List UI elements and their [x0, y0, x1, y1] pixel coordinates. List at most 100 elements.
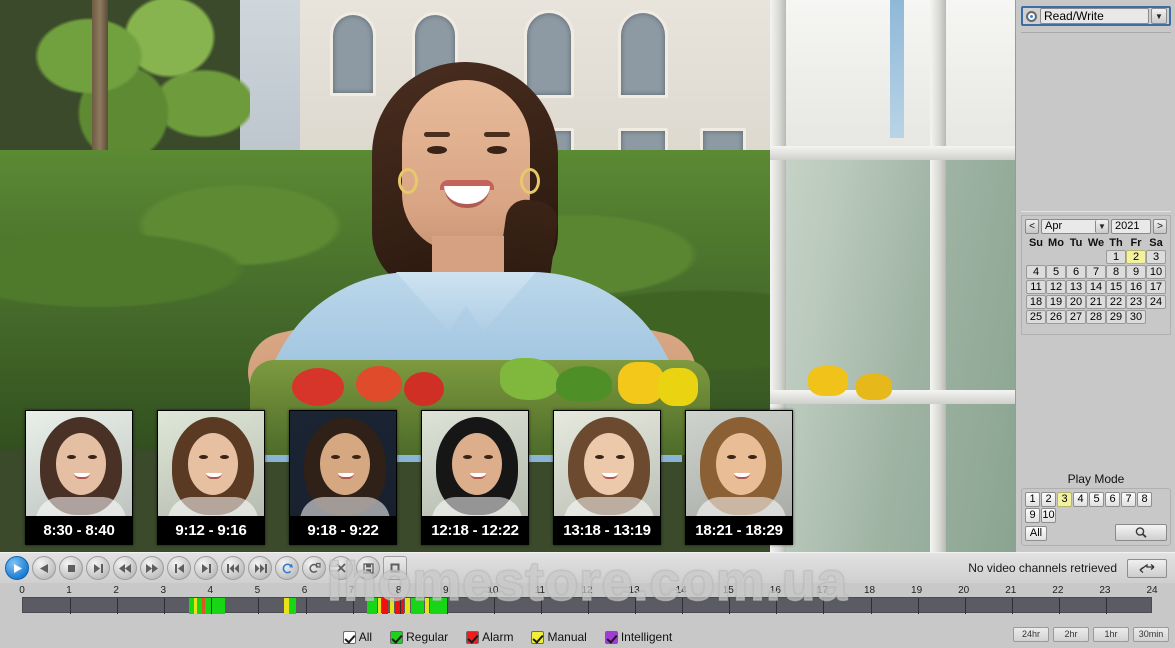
legend-item-manual[interactable]: Manual — [531, 630, 587, 644]
calendar-day-cell[interactable]: 16 — [1126, 280, 1146, 294]
calendar-year-value[interactable]: 2021 — [1111, 219, 1151, 234]
channel-button-1[interactable]: 1 — [1025, 492, 1040, 507]
face-thumbnail[interactable]: 18:21 - 18:29 — [685, 410, 793, 545]
channel-button-2[interactable]: 2 — [1041, 492, 1056, 507]
calendar-day-cell[interactable]: 25 — [1026, 310, 1046, 324]
slow-play-button[interactable] — [86, 556, 110, 580]
previous-file-button[interactable] — [221, 556, 245, 580]
calendar-day-cell[interactable]: 12 — [1046, 280, 1066, 294]
face-thumbnail[interactable]: 12:18 - 12:22 — [421, 410, 529, 545]
calendar-day-cell[interactable]: 7 — [1086, 265, 1106, 279]
legend-checkbox-intelligent[interactable] — [604, 630, 618, 644]
close-all-button[interactable] — [329, 556, 353, 580]
legend-item-regular[interactable]: Regular — [390, 630, 448, 644]
timeline-segment-regular[interactable] — [429, 598, 447, 614]
calendar-prev-button[interactable]: < — [1025, 219, 1039, 234]
calendar-day-cell[interactable]: 3 — [1146, 250, 1166, 264]
legend-item-intelligent[interactable]: Intelligent — [604, 630, 672, 644]
calendar-day-cell[interactable]: 15 — [1106, 280, 1126, 294]
timeline-segment-regular[interactable] — [366, 598, 378, 614]
read-write-mode-value[interactable]: Read/Write — [1040, 8, 1149, 24]
previous-frame-button[interactable] — [167, 556, 191, 580]
timeline-zoom-30min[interactable]: 30min — [1133, 627, 1169, 642]
calendar-next-button[interactable]: > — [1153, 219, 1167, 234]
timeline-segment-regular[interactable] — [289, 598, 297, 614]
legend-item-all[interactable]: All — [342, 630, 372, 644]
calendar-day-cell[interactable]: 18 — [1026, 295, 1046, 309]
timeline-zoom-24hr[interactable]: 24hr — [1013, 627, 1049, 642]
calendar-day-cell[interactable]: 11 — [1026, 280, 1046, 294]
channel-button-9[interactable]: 9 — [1025, 508, 1040, 523]
legend-checkbox-alarm[interactable] — [466, 630, 480, 644]
legend-checkbox-manual[interactable] — [531, 630, 545, 644]
timeline-segment-manual[interactable] — [378, 598, 381, 614]
timeline-zoom-1hr[interactable]: 1hr — [1093, 627, 1129, 642]
calendar-day-cell[interactable]: 29 — [1106, 310, 1126, 324]
channel-button-7[interactable]: 7 — [1121, 492, 1136, 507]
face-thumbnail[interactable]: 13:18 - 13:19 — [553, 410, 661, 545]
calendar-day-cell[interactable]: 26 — [1046, 310, 1066, 324]
calendar-day-cell[interactable]: 5 — [1046, 265, 1066, 279]
timeline-segment-manual[interactable] — [425, 598, 429, 614]
timeline-segment-regular[interactable] — [410, 598, 425, 614]
calendar-day-cell[interactable]: 30 — [1126, 310, 1146, 324]
radio-selected-icon[interactable] — [1026, 10, 1037, 22]
timeline-track[interactable] — [22, 597, 1152, 614]
channel-button-6[interactable]: 6 — [1105, 492, 1120, 507]
next-file-button[interactable] — [248, 556, 272, 580]
chevron-down-icon[interactable]: ▼ — [1151, 8, 1167, 24]
calendar-day-cell[interactable]: 20 — [1066, 295, 1086, 309]
sync-loop-button[interactable] — [275, 556, 299, 580]
chevron-down-icon[interactable]: ▼ — [1095, 220, 1108, 233]
channel-button-8[interactable]: 8 — [1137, 492, 1152, 507]
calendar-month-combo[interactable]: Apr ▼ — [1041, 219, 1109, 234]
calendar-widget[interactable]: < Apr ▼ 2021 > Su Mo Tu We Th Fr Sa 1234567891… — [1021, 215, 1171, 335]
calendar-day-cell[interactable]: 23 — [1126, 295, 1146, 309]
calendar-day-cell[interactable]: 24 — [1146, 295, 1166, 309]
legend-checkbox-regular[interactable] — [390, 630, 404, 644]
read-write-mode-combo[interactable]: Read/Write ▼ — [1021, 6, 1171, 26]
calendar-day-cell[interactable]: 6 — [1066, 265, 1086, 279]
main-video-view[interactable]: 8:30 - 8:40 9:12 - 9:16 9:18 - 9:22 12:18 -… — [0, 0, 1015, 552]
face-thumbnail[interactable]: 8:30 - 8:40 — [25, 410, 133, 545]
snapshot-button[interactable] — [383, 556, 407, 580]
timeline-segment-regular[interactable] — [204, 598, 226, 614]
fast-forward-button[interactable] — [140, 556, 164, 580]
calendar-day-cell[interactable]: 1 — [1106, 250, 1126, 264]
calendar-day-cell[interactable]: 4 — [1026, 265, 1046, 279]
calendar-day-cell[interactable]: 13 — [1066, 280, 1086, 294]
calendar-day-cell[interactable]: 10 — [1146, 265, 1166, 279]
calendar-day-cell[interactable]: 17 — [1146, 280, 1166, 294]
timeline-segment-alarm[interactable] — [381, 598, 389, 614]
timeline-segment-manual[interactable] — [390, 598, 395, 614]
channel-button-3[interactable]: 3 — [1057, 492, 1072, 507]
channel-all-button[interactable]: All — [1025, 526, 1047, 541]
timeline-zoom-2hr[interactable]: 2hr — [1053, 627, 1089, 642]
play-button[interactable] — [5, 556, 29, 580]
search-button[interactable] — [1115, 524, 1167, 541]
save-button[interactable] — [356, 556, 380, 580]
face-thumbnail[interactable]: 9:18 - 9:22 — [289, 410, 397, 545]
timeline-segment-manual[interactable] — [405, 598, 411, 614]
legend-checkbox-all[interactable] — [342, 630, 356, 644]
calendar-day-cell[interactable]: 22 — [1106, 295, 1126, 309]
rewind-button[interactable] — [113, 556, 137, 580]
channel-button-10[interactable]: 10 — [1041, 508, 1056, 523]
clip-button[interactable] — [302, 556, 326, 580]
calendar-day-cell[interactable]: 2 — [1126, 250, 1146, 264]
face-thumbnail[interactable]: 9:12 - 9:16 — [157, 410, 265, 545]
reverse-play-button[interactable] — [32, 556, 56, 580]
stop-button[interactable] — [59, 556, 83, 580]
channel-button-4[interactable]: 4 — [1073, 492, 1088, 507]
channel-button-5[interactable]: 5 — [1089, 492, 1104, 507]
calendar-day-cell[interactable]: 27 — [1066, 310, 1086, 324]
calendar-day-cell[interactable]: 28 — [1086, 310, 1106, 324]
calendar-day-cell[interactable]: 14 — [1086, 280, 1106, 294]
refresh-button[interactable] — [1127, 558, 1167, 578]
calendar-day-cell[interactable]: 21 — [1086, 295, 1106, 309]
calendar-day-cell[interactable]: 8 — [1106, 265, 1126, 279]
calendar-day-cell[interactable]: 9 — [1126, 265, 1146, 279]
next-frame-button[interactable] — [194, 556, 218, 580]
calendar-day-cell[interactable]: 19 — [1046, 295, 1066, 309]
legend-item-alarm[interactable]: Alarm — [466, 630, 513, 644]
